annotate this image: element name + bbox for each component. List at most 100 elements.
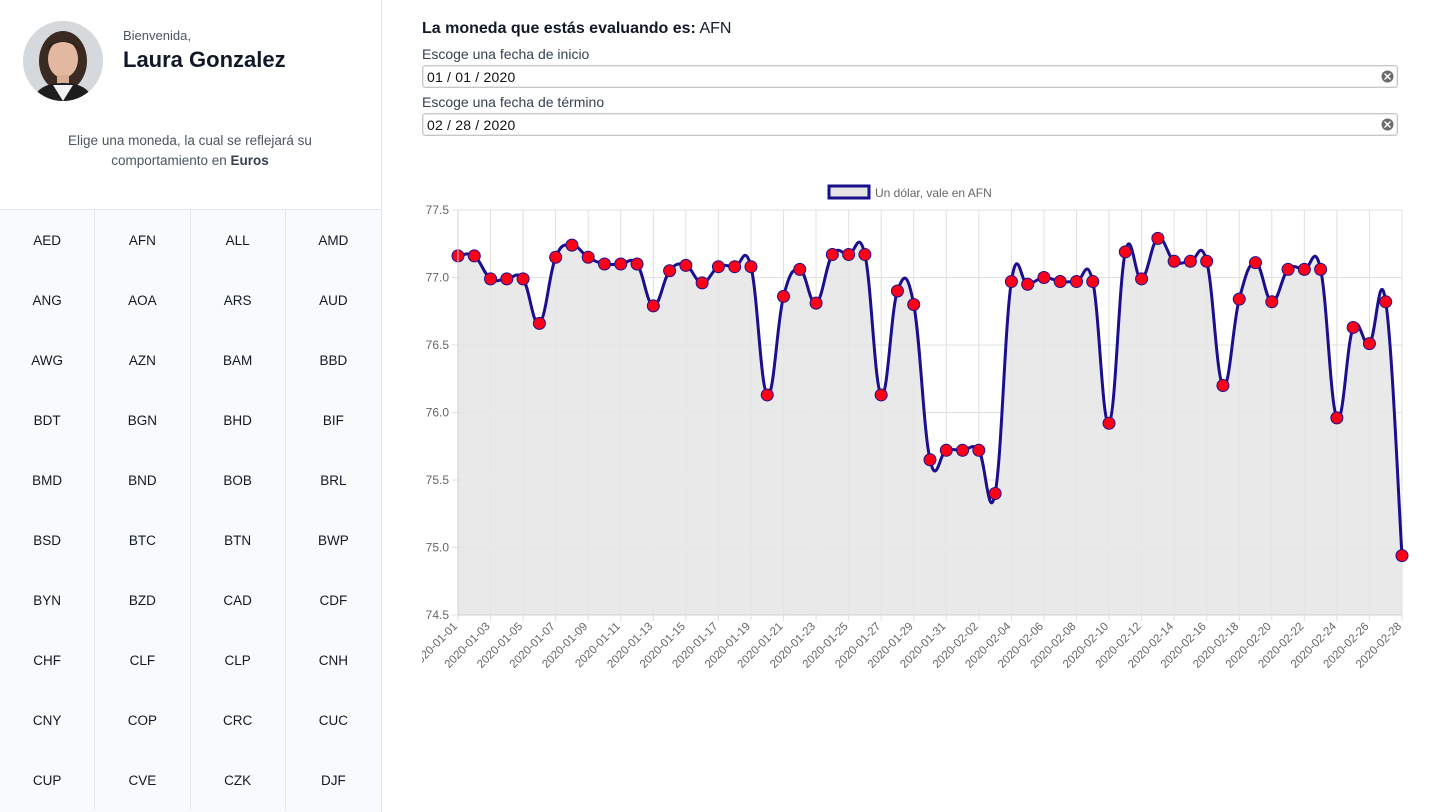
start-date-input[interactable]: 01 / 01 / 2020 [422, 65, 1398, 88]
y-tick-label: 77.5 [426, 203, 450, 217]
currency-button[interactable]: BTN [191, 510, 286, 570]
currency-button[interactable]: BAM [191, 330, 286, 390]
currency-button[interactable]: CUC [286, 690, 381, 750]
currency-button[interactable]: CZK [191, 750, 286, 810]
data-point [565, 238, 579, 252]
end-date-value: 02 / 28 / 2020 [427, 117, 516, 133]
currency-button[interactable]: AED [0, 210, 96, 270]
data-point [874, 388, 888, 402]
exchange-rate-chart: 74.5 75.0 75.5 76.0 76.5 77.0 77.5 2020-01-01 20… [422, 180, 1432, 700]
data-point [1330, 411, 1344, 425]
currency-button[interactable]: BWP [286, 510, 381, 570]
y-tick-label: 76.0 [426, 406, 450, 420]
instructions-text: Elige una moneda, la cual se reflejará s… [68, 133, 312, 168]
y-tick-label: 76.5 [426, 338, 450, 352]
currency-button[interactable]: CVE [95, 750, 191, 810]
data-point [1118, 245, 1132, 259]
data-point [793, 262, 807, 276]
data-point [956, 443, 970, 457]
data-point [825, 248, 839, 262]
currency-button[interactable]: CDF [286, 570, 381, 630]
data-point [728, 260, 742, 274]
currency-button[interactable]: BSD [0, 510, 96, 570]
greeting-text: Bienvenida, [123, 28, 191, 43]
currency-button[interactable]: COP [95, 690, 191, 750]
data-point [972, 443, 986, 457]
line-chart: 74.575.075.576.076.577.077.52020-01-0120… [422, 184, 1409, 671]
currency-button[interactable]: BND [95, 450, 191, 510]
data-point [500, 272, 514, 286]
data-point [842, 248, 856, 262]
currency-button[interactable]: AWG [0, 330, 96, 390]
data-point [549, 250, 563, 264]
data-point [890, 284, 904, 298]
currency-button[interactable]: AZN [95, 330, 191, 390]
currency-button[interactable]: CHF [0, 630, 96, 690]
data-point [1232, 292, 1246, 306]
data-point [630, 257, 644, 271]
data-point [679, 258, 693, 272]
end-date-input[interactable]: 02 / 28 / 2020 [422, 113, 1398, 136]
user-name: Laura Gonzalez [123, 47, 286, 72]
data-point [711, 260, 725, 274]
currency-button[interactable]: CAD [191, 570, 286, 630]
currency-button[interactable]: BIF [286, 390, 381, 450]
data-point [858, 248, 872, 262]
data-point [646, 299, 660, 313]
currency-button[interactable]: BRL [286, 450, 381, 510]
data-point [532, 316, 546, 330]
clear-icon[interactable] [1381, 118, 1394, 131]
data-point [467, 249, 481, 263]
profile-panel: Bienvenida, Laura Gonzalez Elige una mon… [0, 0, 381, 210]
legend-swatch [827, 184, 871, 200]
data-point [939, 443, 953, 457]
data-point [484, 272, 498, 286]
data-point [1314, 262, 1328, 276]
selected-currency-label: La moneda que estás evaluando es: [422, 20, 696, 37]
currency-button[interactable]: BDT [0, 390, 96, 450]
currency-button[interactable]: ARS [191, 270, 286, 330]
data-point [516, 272, 530, 286]
data-point [907, 298, 921, 311]
data-point [988, 487, 1002, 500]
currency-button[interactable]: BOB [191, 450, 286, 510]
data-point [1135, 272, 1149, 286]
selected-currency-code: AFN [699, 20, 732, 37]
data-point [1216, 379, 1230, 392]
currency-button[interactable]: CRC [191, 690, 286, 750]
data-point [777, 289, 791, 303]
currency-button[interactable]: CNH [286, 630, 381, 690]
currency-button[interactable]: CLF [95, 630, 191, 690]
currency-button[interactable]: CNY [0, 690, 96, 750]
currency-button[interactable]: BGN [95, 390, 191, 450]
currency-button[interactable]: BZD [95, 570, 191, 630]
end-date-label: Escoge una fecha de término [422, 94, 605, 110]
y-tick-label: 75.5 [426, 473, 450, 487]
currency-button[interactable]: AMD [286, 210, 381, 270]
data-point [1021, 277, 1035, 291]
currency-button[interactable]: DJF [286, 750, 381, 810]
currency-button[interactable]: ALL [191, 210, 286, 270]
data-point [1069, 275, 1083, 289]
data-point [1151, 231, 1165, 245]
currency-button[interactable]: CLP [191, 630, 286, 690]
currency-button[interactable]: BHD [191, 390, 286, 450]
currency-button[interactable]: AFN [95, 210, 191, 270]
data-point [663, 264, 677, 278]
y-tick-label: 77.0 [426, 271, 450, 285]
data-point [1265, 295, 1279, 309]
data-point [923, 453, 937, 467]
sidebar: Bienvenida, Laura Gonzalez Elige una mon… [0, 0, 382, 812]
currency-button[interactable]: AUD [286, 270, 381, 330]
clear-icon[interactable] [1381, 70, 1394, 83]
currency-button[interactable]: ANG [0, 270, 96, 330]
currency-button[interactable]: BMD [0, 450, 96, 510]
start-date-value: 01 / 01 / 2020 [427, 69, 516, 85]
currency-button[interactable]: BTC [95, 510, 191, 570]
data-point [614, 257, 628, 271]
currency-button[interactable]: CUP [0, 750, 96, 810]
currency-button[interactable]: BBD [286, 330, 381, 390]
data-point [1102, 416, 1116, 430]
currency-button[interactable]: AOA [95, 270, 191, 330]
currency-button[interactable]: BYN [0, 570, 96, 630]
